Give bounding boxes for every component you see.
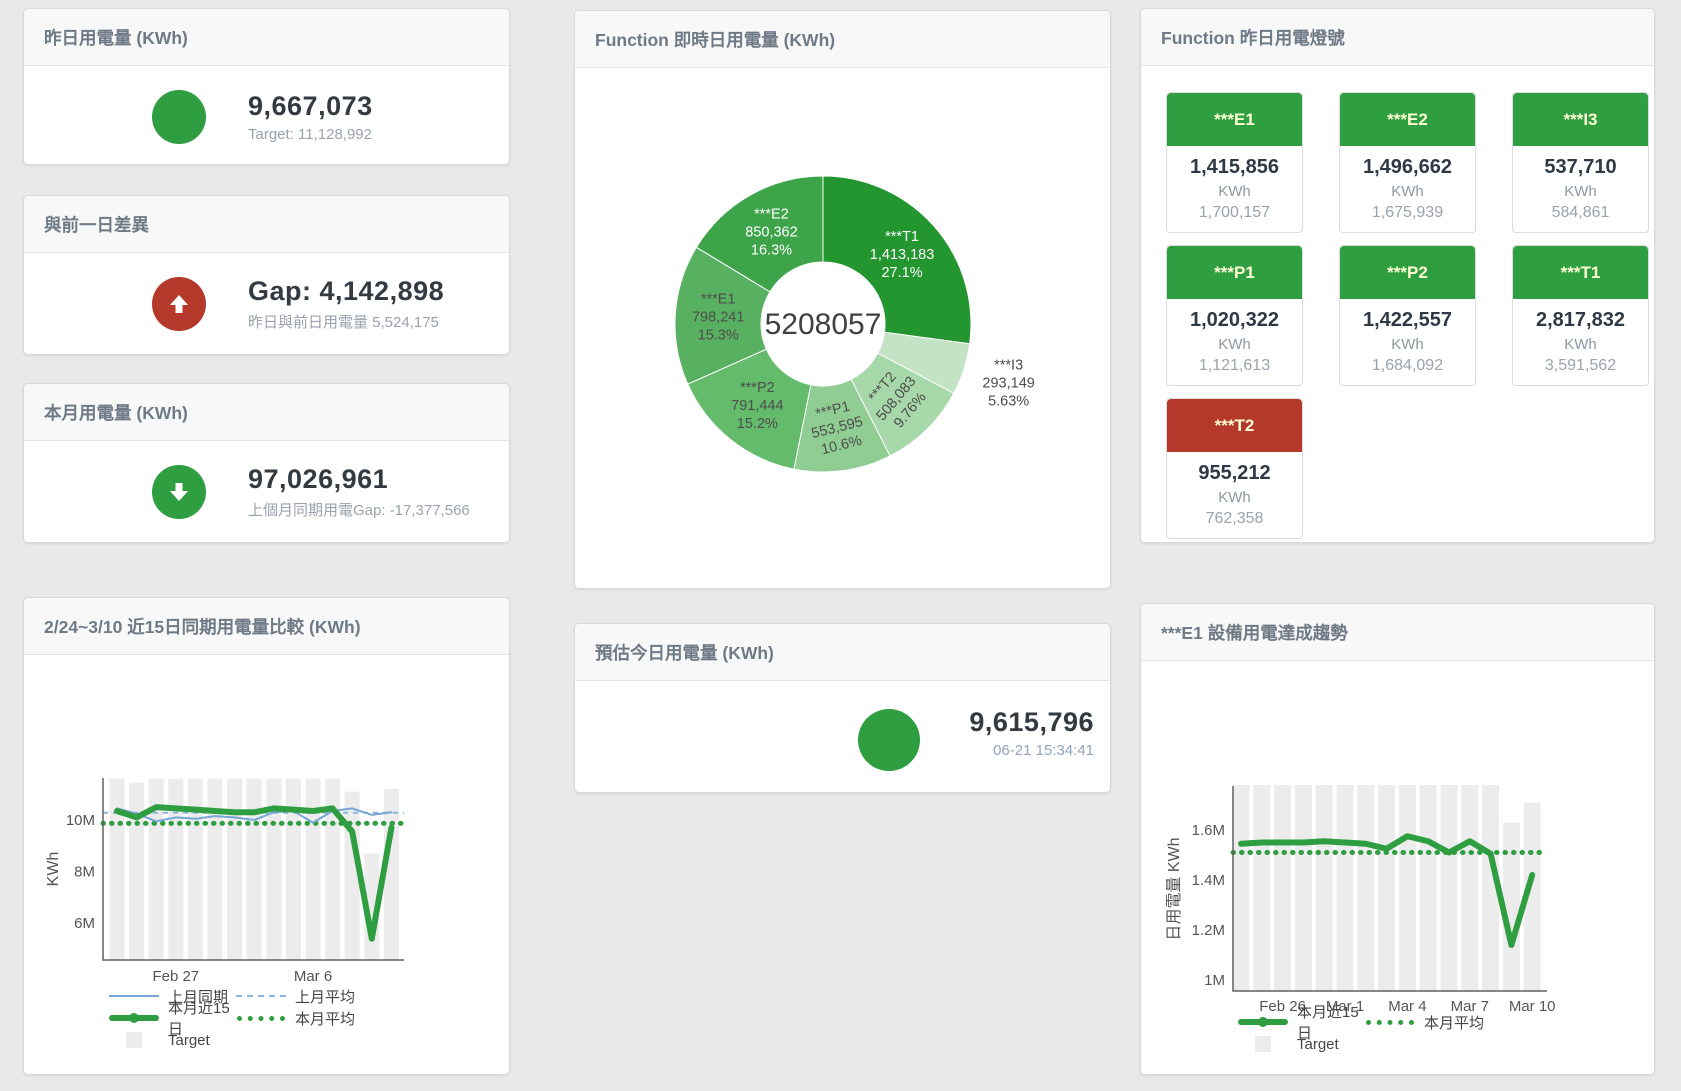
tile-value: 1,496,662 [1340,156,1475,179]
card-15day-compare-chart: 2/24~3/10 近15日同期用電量比較 (KWh) 10M 8M 6M Feb 2… [23,597,510,1075]
realtime-donut-chart: ***T11,413,18327.1%***I3293,1495.63%***T… [575,68,1110,589]
legend-dot-green-icon [1365,1020,1415,1025]
tile-value: 1,415,856 [1167,156,1302,179]
tile-unit: KWh [1167,336,1302,353]
kpi-subtext: 上個月同期用電Gap: -17,377,566 [248,499,470,520]
tile-value: 2,817,832 [1513,309,1648,332]
kpi-subtext: 昨日與前日用電量 5,524,175 [248,311,444,332]
svg-text:1.4M: 1.4M [1192,872,1225,889]
tile-value: 955,212 [1167,462,1302,485]
legend-thick-green-icon [109,1015,159,1021]
tile-target: 1,684,092 [1340,357,1475,385]
arrow-up-icon [152,277,206,331]
svg-text:1M: 1M [1204,972,1225,989]
tile-target: 762,358 [1167,510,1302,538]
legend-label: 本月平均 [295,1008,355,1029]
tile-value: 1,020,322 [1167,309,1302,332]
kpi-value: 9,667,073 [248,91,373,122]
kpi-timestamp: 06-21 15:34:41 [969,742,1094,759]
light-tile-e2[interactable]: ***E2 1,496,662 KWh 1,675,939 [1339,92,1476,233]
card-month-usage: 本月用電量 (KWh) 97,026,961 上個月同期用電Gap: -17,3… [23,383,510,543]
tile-unit: KWh [1513,336,1648,353]
tile-value: 1,422,557 [1340,309,1475,332]
trend-chart-legend: 本月近15日 本月平均 Target [1238,1011,1492,1055]
svg-text:KWh: KWh [45,852,62,887]
light-tile-t1[interactable]: ***T1 2,817,832 KWh 3,591,562 [1512,245,1649,386]
svg-text:Feb 27: Feb 27 [152,968,199,985]
svg-text:1.2M: 1.2M [1192,922,1225,939]
svg-text:5208057: 5208057 [765,308,882,341]
tile-header: ***E2 [1340,93,1475,146]
card-yesterday-usage: 昨日用電量 (KWh) 9,667,073 Target: 11,128,992 [23,8,510,165]
card-forecast-today: 預估今日用電量 (KWh) 9,615,796 06-21 15:34:41 [574,623,1111,793]
kpi-subtext: Target: 11,128,992 [248,126,373,143]
kpi-value: 9,615,796 [969,707,1094,738]
tile-header: ***I3 [1513,93,1648,146]
svg-text:Mar 10: Mar 10 [1509,998,1556,1015]
svg-text:8M: 8M [74,864,95,881]
status-circle-icon [152,90,206,144]
svg-text:Mar 6: Mar 6 [294,968,332,985]
card-realtime-usage-donut: Function 即時日用電量 (KWh) ***T11,413,18327.1… [574,10,1111,589]
legend-dot-green-icon [236,1016,286,1021]
card-title: Function 昨日用電燈號 [1141,9,1654,66]
card-title: 昨日用電量 (KWh) [24,9,509,66]
light-tile-e1[interactable]: ***E1 1,415,856 KWh 1,700,157 [1166,92,1303,233]
card-title: 本月用電量 (KWh) [24,384,509,441]
tile-target: 1,700,157 [1167,204,1302,232]
tile-target: 584,861 [1513,204,1648,232]
kpi-value: 97,026,961 [248,464,470,495]
tile-header: ***E1 [1167,93,1302,146]
tile-target: 3,591,562 [1513,357,1648,385]
legend-label: Target [1297,1036,1339,1053]
tile-unit: KWh [1340,183,1475,200]
legend-label: 本月平均 [1424,1012,1484,1033]
tile-value: 537,710 [1513,156,1648,179]
light-tile-t2[interactable]: ***T2 955,212 KWh 762,358 [1166,398,1303,539]
tile-header: ***P2 [1340,246,1475,299]
tile-header: ***T1 [1513,246,1648,299]
tile-unit: KWh [1167,489,1302,506]
lights-tile-grid: ***E1 1,415,856 KWh 1,700,157 ***E2 1,49… [1166,92,1649,539]
tile-header: ***P1 [1167,246,1302,299]
tile-unit: KWh [1340,336,1475,353]
legend-dash-blue-icon [236,995,286,997]
tile-header: ***T2 [1167,399,1302,452]
svg-text:***I3293,1495.63%: ***I3293,1495.63% [982,358,1034,410]
status-circle-icon [858,709,920,771]
card-yesterday-lights: Function 昨日用電燈號 ***E1 1,415,856 KWh 1,70… [1140,8,1655,543]
svg-text:10M: 10M [66,812,95,829]
svg-text:1.6M: 1.6M [1192,822,1225,839]
tile-unit: KWh [1167,183,1302,200]
svg-text:日用電量 KWh: 日用電量 KWh [1166,837,1183,940]
tile-unit: KWh [1513,183,1648,200]
tile-target: 1,121,613 [1167,357,1302,385]
card-title: ***E1 設備用電達成趨勢 [1141,604,1654,661]
card-title: 預估今日用電量 (KWh) [575,624,1110,681]
light-tile-i3[interactable]: ***I3 537,710 KWh 584,861 [1512,92,1649,233]
card-e1-trend-chart: ***E1 設備用電達成趨勢 1.6M1.4M1.2M1MFeb 26Mar 1… [1140,603,1655,1075]
arrow-down-icon [152,465,206,519]
kpi-value: Gap: 4,142,898 [248,276,444,307]
card-title: 2/24~3/10 近15日同期用電量比較 (KWh) [24,598,509,655]
tile-target: 1,675,939 [1340,204,1475,232]
card-title: Function 即時日用電量 (KWh) [575,11,1110,68]
compare-chart-legend: 上月同期 上月平均 本月近15日 本月平均 Target [109,985,363,1051]
light-tile-p1[interactable]: ***P1 1,020,322 KWh 1,121,613 [1166,245,1303,386]
svg-text:6M: 6M [74,915,95,932]
card-title: 與前一日差異 [24,196,509,253]
light-tile-p2[interactable]: ***P2 1,422,557 KWh 1,684,092 [1339,245,1476,386]
legend-label: 上月平均 [295,986,355,1007]
legend-label: Target [168,1032,210,1049]
card-gap-vs-previous-day: 與前一日差異 Gap: 4,142,898 昨日與前日用電量 5,524,175 [23,195,510,355]
legend-target-square-icon [1238,1036,1288,1052]
legend-target-square-icon [109,1032,159,1048]
legend-thick-green-icon [1238,1019,1288,1025]
